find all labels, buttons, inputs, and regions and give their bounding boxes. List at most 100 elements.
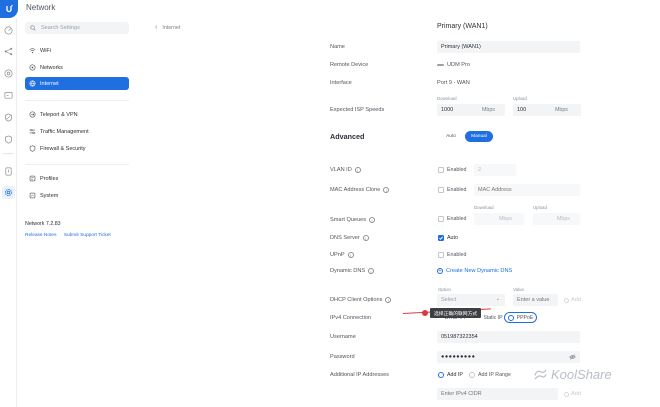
- add-ip-range-radio[interactable]: [469, 372, 475, 378]
- back-link[interactable]: ‹ Internet: [155, 24, 180, 31]
- create-ddns-button[interactable]: + Create New Dynamic DNS: [437, 268, 512, 274]
- username-input[interactable]: [437, 331, 580, 343]
- sidebar-item-system[interactable]: System: [25, 189, 129, 202]
- support-ticket-link[interactable]: Submit Support Ticket: [64, 233, 111, 238]
- devices-icon: [4, 69, 13, 78]
- mac-clone-label: MAC Address Clone i: [330, 187, 390, 193]
- sidebar-item-wifi[interactable]: WiFi: [25, 44, 129, 57]
- app-title: Network: [26, 3, 56, 12]
- info-icon[interactable]: i: [385, 297, 392, 303]
- password-mask: ●●●●●●●●●: [441, 354, 476, 360]
- dhcp-add-button[interactable]: Add: [564, 297, 581, 303]
- dns-auto-label: Auto: [447, 235, 458, 241]
- icon-rail: [0, 18, 17, 407]
- rail-security[interactable]: [2, 111, 15, 124]
- info-icon[interactable]: i: [369, 217, 376, 223]
- sidebar-item-label: WiFi: [40, 47, 51, 54]
- device-icon: [437, 64, 444, 66]
- top-bar: Network: [0, 0, 660, 18]
- dhcp-option-select[interactable]: Select ⌄: [437, 294, 505, 306]
- back-label: Internet: [162, 24, 181, 31]
- gear-icon: [5, 189, 12, 196]
- cidr-add-button[interactable]: Add: [564, 391, 581, 397]
- profiles-icon: [28, 175, 36, 183]
- rail-protect[interactable]: [2, 133, 15, 146]
- release-notes-link[interactable]: Release Notes: [25, 233, 56, 238]
- sidebar-item-traffic-management[interactable]: Traffic Management: [25, 125, 129, 138]
- ipv4-pppoe-option[interactable]: PPPoE: [504, 312, 537, 323]
- search-box[interactable]: [25, 22, 129, 34]
- mode-manual-option[interactable]: Manual: [465, 131, 493, 142]
- mac-enabled-label: Enabled: [447, 187, 467, 193]
- upload-caption: Upload: [513, 96, 527, 101]
- password-input[interactable]: ●●●●●●●●●: [437, 351, 580, 363]
- dhcp-value-input[interactable]: [513, 294, 558, 306]
- search-input[interactable]: [41, 25, 126, 31]
- mac-clone-checkbox[interactable]: [438, 187, 444, 193]
- dashboard-icon: [4, 26, 13, 35]
- callout-label: 选择正确的联网方式: [430, 308, 482, 318]
- rail-topology[interactable]: [2, 45, 15, 58]
- info-icon[interactable]: i: [362, 235, 369, 241]
- upload-speed-input[interactable]: [513, 104, 581, 116]
- sidebar-item-teleport-vpn[interactable]: Teleport & VPN: [25, 108, 129, 121]
- rail-settings[interactable]: [2, 186, 15, 199]
- info-icon[interactable]: i: [368, 268, 375, 274]
- mode-auto-option[interactable]: Auto: [437, 131, 465, 142]
- dhcp-option-caption: Option: [438, 287, 451, 292]
- rail-clients[interactable]: [2, 89, 15, 102]
- add-ip-radio[interactable]: [438, 372, 444, 378]
- sidebar-divider: [25, 164, 129, 165]
- networks-icon: [28, 64, 36, 72]
- rail-dashboard[interactable]: [2, 24, 15, 37]
- plus-icon: [564, 391, 569, 397]
- rail-devices[interactable]: [2, 67, 15, 80]
- sq-download-unit: Mbps: [499, 216, 512, 222]
- version-label: Network 7.2.83: [25, 221, 61, 227]
- rail-divider: [3, 153, 14, 154]
- wifi-icon: [28, 47, 36, 55]
- mac-address-input[interactable]: [474, 184, 580, 196]
- info-icon[interactable]: i: [347, 252, 354, 258]
- watermark-text: KoolShare: [551, 367, 612, 382]
- sidebar-item-networks[interactable]: Networks: [25, 61, 129, 74]
- sidebar-divider: [25, 100, 129, 101]
- topology-icon: [4, 47, 13, 56]
- create-ddns-label: Create New Dynamic DNS: [446, 268, 513, 274]
- app-logo[interactable]: [0, 0, 18, 18]
- dns-auto-checkbox[interactable]: [438, 235, 444, 241]
- clients-icon: [4, 91, 13, 99]
- info-icon[interactable]: i: [354, 167, 361, 173]
- rail-logs[interactable]: [2, 165, 15, 178]
- sidebar-item-label: Firewall & Security: [40, 145, 86, 152]
- sq-upload-unit: Mbps: [557, 216, 570, 222]
- sq-enabled-label: Enabled: [447, 216, 467, 222]
- dhcp-options-label: DHCP Client Options i: [330, 297, 392, 303]
- additional-ip-label: Additional IP Addresses: [330, 372, 389, 378]
- watermark: KoolShare: [533, 367, 612, 382]
- sidebar-item-firewall-security[interactable]: Firewall & Security: [25, 142, 129, 155]
- smart-queues-checkbox[interactable]: [438, 216, 444, 222]
- upload-unit: Mbps: [555, 107, 568, 113]
- vlan-id-input[interactable]: [474, 164, 516, 176]
- sidebar-item-label: Internet: [40, 80, 59, 87]
- logs-icon: [5, 167, 12, 176]
- add-ip-label: Add IP: [447, 372, 463, 378]
- name-input[interactable]: [437, 41, 580, 53]
- username-label: Username: [330, 334, 356, 340]
- upnp-checkbox[interactable]: [438, 252, 444, 258]
- eye-off-icon[interactable]: [569, 354, 576, 360]
- sidebar-item-internet[interactable]: Internet: [25, 77, 129, 90]
- radio-selected-icon: [507, 314, 514, 321]
- ipv4-cidr-input[interactable]: [437, 388, 558, 400]
- interface-label: Interface: [330, 80, 352, 86]
- vpn-icon: [28, 111, 36, 119]
- chevron-left-icon: ‹: [155, 24, 158, 31]
- sq-upload-caption: Upload: [533, 205, 547, 210]
- sidebar-item-label: System: [40, 192, 59, 199]
- info-icon[interactable]: i: [383, 187, 390, 193]
- callout-dot: [422, 310, 428, 316]
- interface-value: Port 9 - WAN: [437, 80, 470, 86]
- sidebar-item-profiles[interactable]: Profiles: [25, 172, 129, 185]
- vlan-checkbox[interactable]: [438, 167, 444, 173]
